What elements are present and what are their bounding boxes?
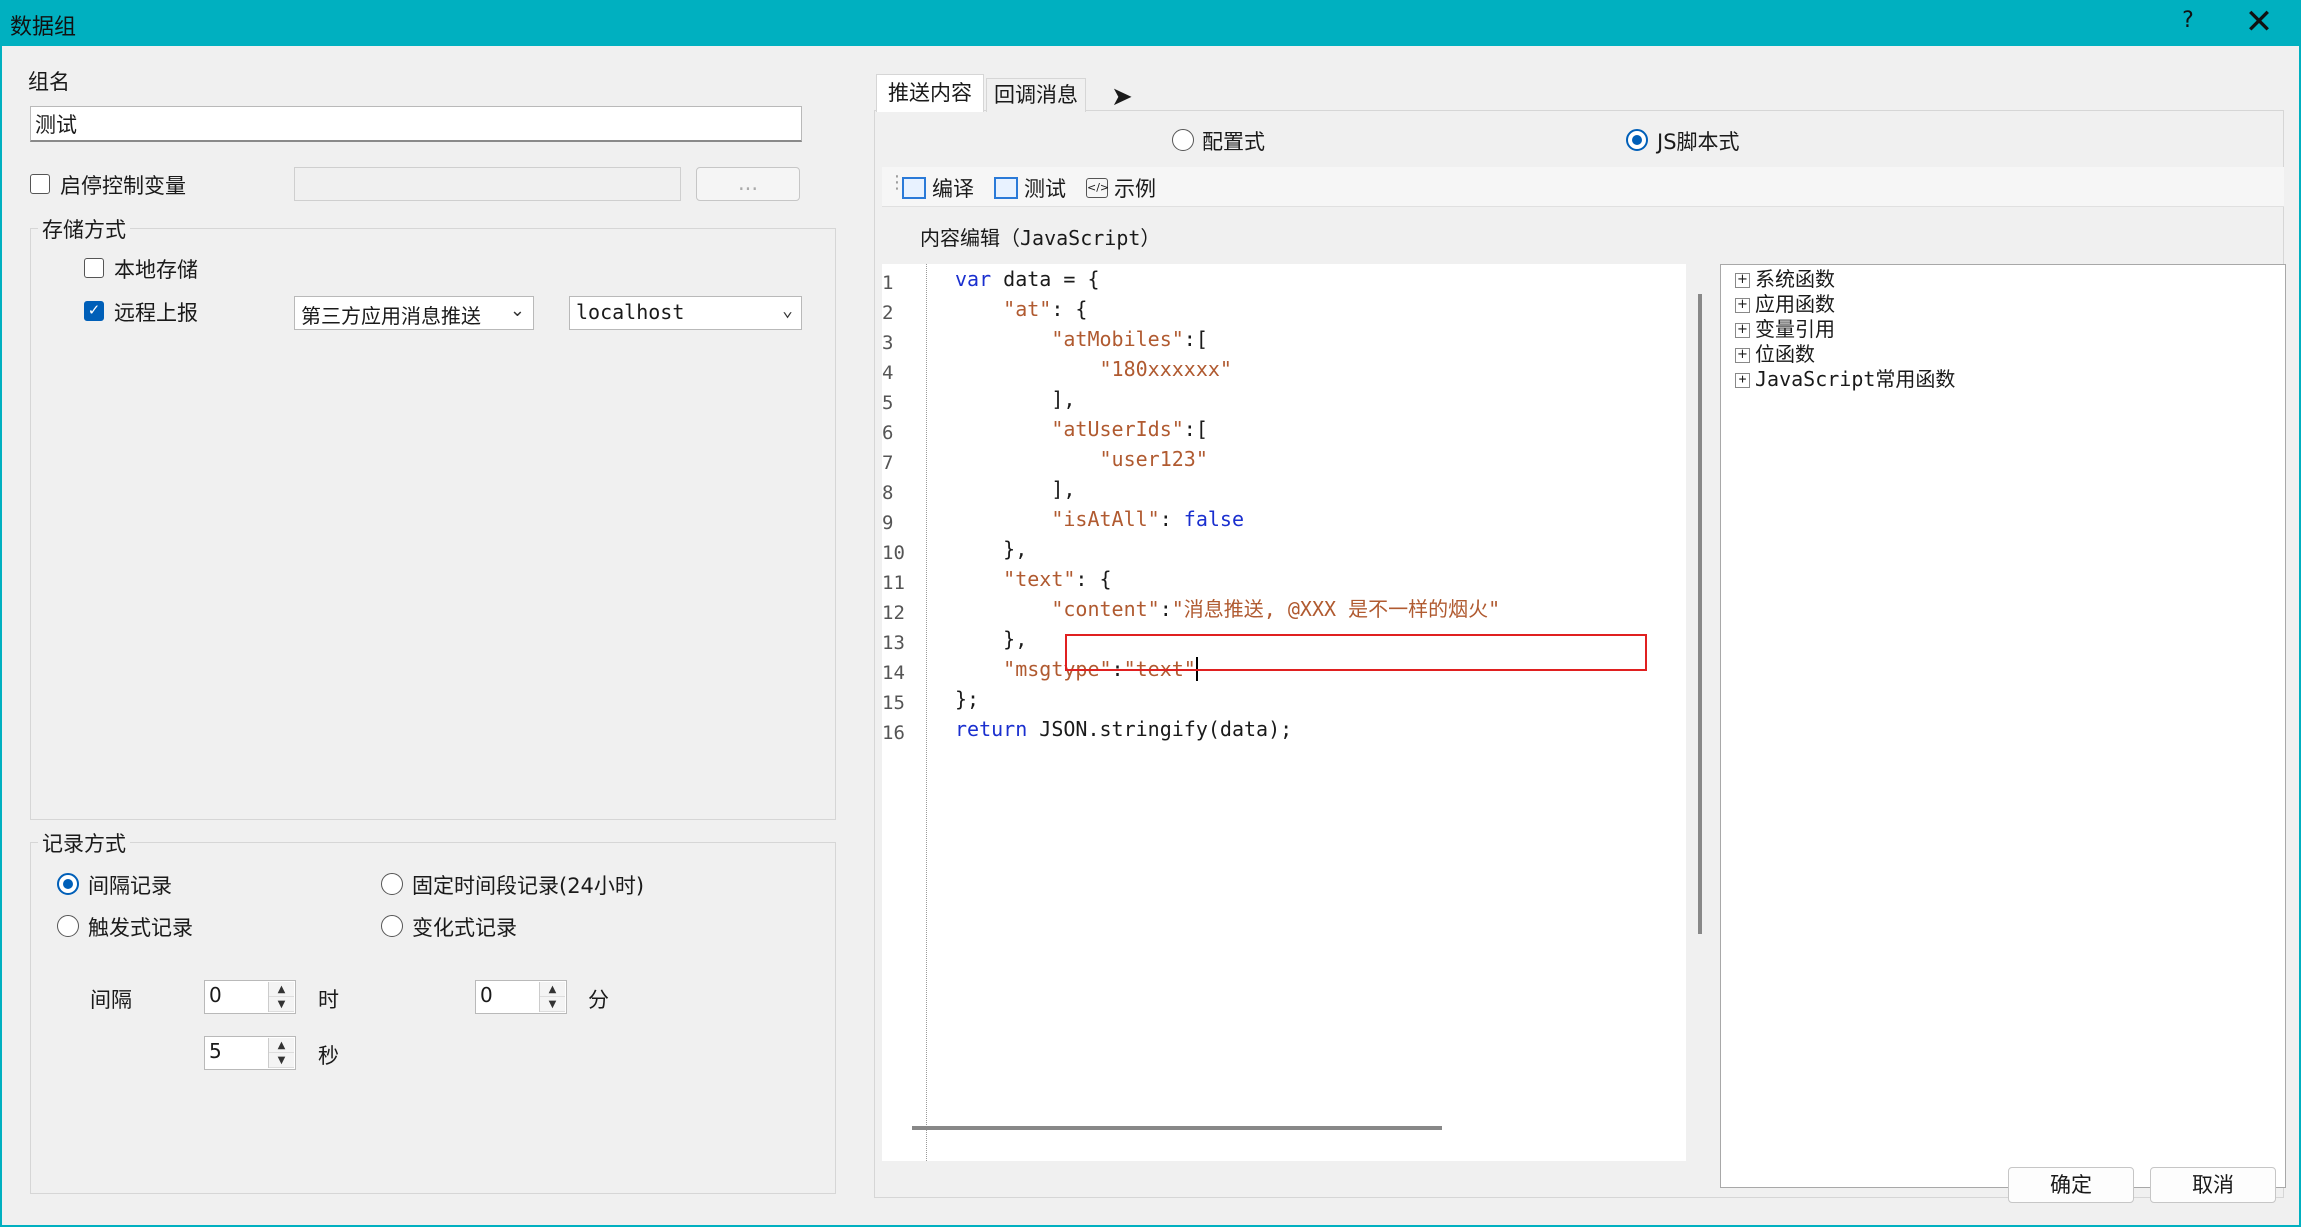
seconds-value: 5 [209,1039,222,1063]
spin-down-icon[interactable]: ▼ [269,1053,294,1068]
chevron-down-icon: ⌄ [509,300,525,321]
trigger-record-radio[interactable] [57,915,79,937]
seconds-unit: 秒 [318,1044,339,1068]
fixed-period-radio[interactable] [381,873,403,895]
spin-up-icon[interactable]: ▲ [269,1038,294,1053]
hours-spinner[interactable]: 0 ▲ ▼ [204,980,296,1014]
spin-buttons[interactable]: ▲ ▼ [268,1038,294,1068]
push-method-select[interactable]: 第三方应用消息推送 ⌄ [294,296,534,330]
minutes-unit: 分 [588,988,609,1012]
fixed-period-label: 固定时间段记录(24小时) [412,874,645,898]
compile-icon [902,177,926,199]
vertical-scrollbar[interactable] [1698,294,1702,934]
remote-report-label: 远程上报 [114,301,198,325]
group-name-label: 组名 [28,70,70,94]
enable-control-label: 启停控制变量 [60,174,186,198]
push-method-value: 第三方应用消息推送 [301,304,481,328]
trigger-record-label: 触发式记录 [88,916,193,940]
test-icon [994,177,1018,199]
change-record-label: 变化式记录 [412,916,517,940]
expand-icon[interactable]: + [1735,348,1750,363]
expand-icon[interactable]: + [1735,323,1750,338]
minutes-value: 0 [480,983,493,1007]
close-button[interactable]: ✕ [2236,2,2282,42]
enable-control-checkbox[interactable] [30,174,50,194]
tab-push-content[interactable]: 推送内容 [876,74,984,112]
host-value: localhost [576,300,685,324]
compile-label: 编译 [932,177,974,201]
horizontal-scrollbar[interactable] [912,1126,1442,1130]
example-button[interactable]: </> 示例 [1086,173,1156,203]
tab-callback[interactable]: 回调消息 [986,78,1086,112]
group-name-input[interactable]: 测试 [30,106,802,142]
editor-label: 内容编辑（JavaScript） [920,226,1161,250]
mode-js-radio[interactable] [1626,129,1648,151]
control-variable-input[interactable] [294,167,681,201]
ok-button[interactable]: 确定 [2008,1167,2134,1203]
storage-title: 存储方式 [38,214,130,244]
code-editor[interactable]: 1234 5678 9 10 11 12 13 14 15 16 var data = { … [882,264,1702,1161]
browse-button[interactable]: ... [696,167,800,201]
hours-unit: 时 [318,988,339,1012]
minutes-spinner[interactable]: 0 ▲ ▼ [475,980,567,1014]
compile-button[interactable]: 编译 [902,173,974,203]
spin-down-icon[interactable]: ▼ [269,997,294,1012]
tree-item-system-functions[interactable]: + 系统函数 [1735,267,1955,292]
spin-down-icon[interactable]: ▼ [540,997,565,1012]
title-bar: 数据组 ? ✕ [0,0,2301,46]
expand-icon[interactable]: + [1735,298,1750,313]
code-icon: </> [1086,178,1109,198]
local-storage-label: 本地存储 [114,258,198,282]
spin-buttons[interactable]: ▲ ▼ [268,982,294,1012]
function-tree: + 系统函数 + 应用函数 + 变量引用 + 位函数 + JavaScript常用函数 [1720,264,2286,1188]
dialog-body: 组名 测试 启停控制变量 ... 存储方式 本地存储 ✓ 远程上报 第三方应用消… [0,46,2301,1227]
interval-label: 间隔 [90,988,132,1012]
local-storage-checkbox[interactable] [84,258,104,278]
window-title: 数据组 [10,15,77,40]
tree-item-app-functions[interactable]: + 应用函数 [1735,292,1955,317]
mode-js-label: JS脚本式 [1657,130,1740,154]
cancel-button[interactable]: 取消 [2150,1167,2276,1203]
mode-config-label: 配置式 [1202,130,1265,154]
change-record-radio[interactable] [381,915,403,937]
spin-up-icon[interactable]: ▲ [269,982,294,997]
help-button[interactable]: ? [2168,8,2208,33]
line-numbers: 1234 5678 9 10 11 12 13 14 15 16 [882,272,905,744]
expand-icon[interactable]: + [1735,273,1750,288]
mode-config-radio[interactable] [1172,129,1194,151]
test-button[interactable]: 测试 [994,173,1066,203]
example-label: 示例 [1114,177,1156,201]
tree-item-variable-reference[interactable]: + 变量引用 [1735,317,1955,342]
mouse-cursor-icon: ➤ [1111,82,1133,112]
seconds-spinner[interactable]: 5 ▲ ▼ [204,1036,296,1070]
host-select[interactable]: localhost ⌄ [569,296,802,330]
record-title: 记录方式 [38,828,130,858]
expand-icon[interactable]: + [1735,373,1750,388]
gutter-divider [926,264,927,1161]
code-content: var data = { "at": { "atMobiles":[ "180x… [955,267,1501,741]
hours-value: 0 [209,983,222,1007]
spin-up-icon[interactable]: ▲ [540,982,565,997]
interval-record-label: 间隔记录 [88,874,172,898]
tree-item-js-common-functions[interactable]: + JavaScript常用函数 [1735,367,1955,392]
spin-buttons[interactable]: ▲ ▼ [539,982,565,1012]
test-label: 测试 [1024,177,1066,201]
tree-item-bit-functions[interactable]: + 位函数 [1735,342,1955,367]
remote-report-checkbox[interactable]: ✓ [84,301,104,321]
chevron-down-icon: ⌄ [782,300,793,321]
highlight-box [1065,634,1647,671]
interval-record-radio[interactable] [57,873,79,895]
